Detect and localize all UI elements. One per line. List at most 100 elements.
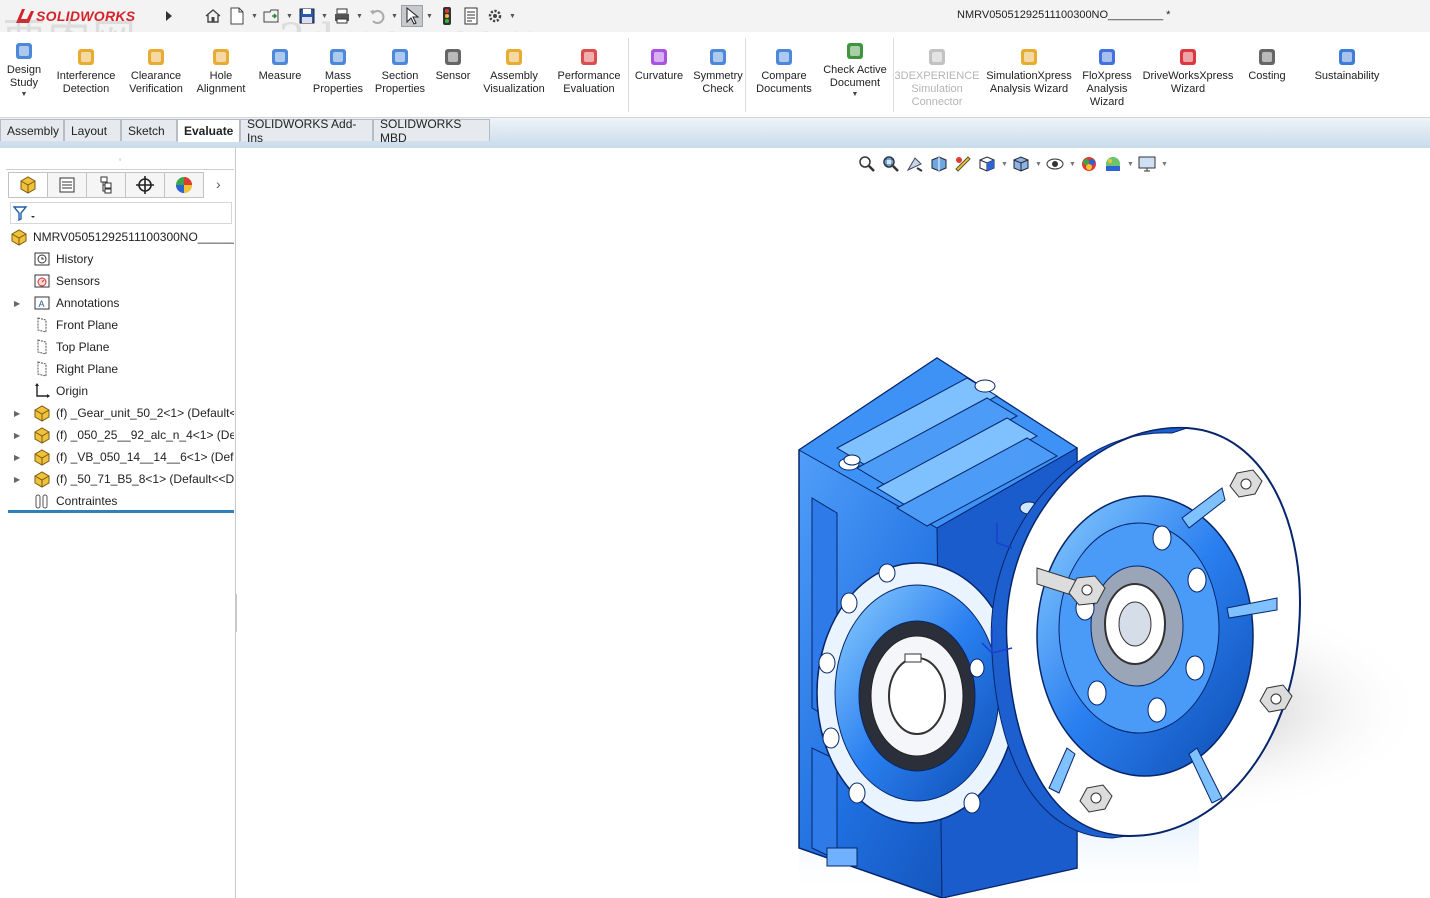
tab-layout[interactable]: Layout (64, 119, 121, 141)
rollback-bar[interactable] (8, 510, 234, 513)
tree-item[interactable]: ▶ A Annotations (0, 292, 234, 314)
expand-arrow-icon[interactable]: ▶ (14, 299, 22, 308)
tree-item-label: (f) _VB_050_14__14__6<1> (Default (56, 450, 234, 464)
tab-assembly[interactable]: Assembly (0, 119, 64, 141)
compare-documents-label: Compare Documents (756, 70, 812, 95)
filter-icon[interactable] (11, 203, 37, 223)
tree-item[interactable]: Contraintes (0, 490, 234, 512)
display-manager-tab[interactable] (164, 172, 204, 198)
undo-icon[interactable] (366, 5, 388, 27)
new-dropdown-icon[interactable]: ▼ (250, 5, 259, 27)
sensors-icon (34, 274, 50, 288)
expand-arrow-icon[interactable]: ▶ (14, 453, 22, 462)
interference-detection-button[interactable]: Interference Detection (46, 46, 126, 96)
tree-item-label: Origin (56, 384, 89, 398)
clearance-verification-label: Clearance Verification (129, 70, 183, 95)
tab-solidworks-add-ins[interactable]: SOLIDWORKS Add-Ins (240, 117, 373, 145)
graphics-viewport[interactable]: ▼ ▼ ▼ ▼ ▼ (237, 148, 1430, 898)
dimxpert-manager-tab[interactable] (125, 172, 165, 198)
expand-arrow-icon[interactable]: ▶ (14, 409, 22, 418)
tree-item[interactable]: ▶ (f) _VB_050_14__14__6<1> (Default (0, 446, 234, 468)
hole-alignment-label: Hole Alignment (196, 70, 246, 95)
compare-documents-button[interactable]: Compare Documents (744, 46, 824, 96)
section-properties-icon (392, 49, 408, 65)
tree-item[interactable]: Front Plane (0, 314, 234, 336)
compare-documents-icon (776, 49, 792, 65)
panel-grip[interactable]: ◦ (6, 150, 234, 170)
tree-root-assembly[interactable]: NMRV05051292511100300NO_________ (0, 226, 234, 248)
new-document-icon[interactable] (226, 5, 248, 27)
feature-manager-panel: ◦ › NMRV05051292511100300NO_________ Hist… (0, 148, 236, 898)
tree-item[interactable]: ▶ (f) _50_71_B5_8<1> (Default<<Def (0, 468, 234, 490)
save-dropdown-icon[interactable]: ▼ (320, 5, 329, 27)
solidworks-logo[interactable]: SOLIDWORKS (14, 6, 135, 26)
tree-item-label: Sensors (56, 274, 101, 288)
tab-sketch[interactable]: Sketch (121, 119, 177, 141)
costing-button[interactable]: Costing (1227, 46, 1307, 83)
plane-icon (37, 361, 47, 377)
tree-item[interactable]: Right Plane (0, 358, 234, 380)
tree-item[interactable]: History (0, 248, 234, 270)
document-title: NMRV05051292511100300NO_________ * (957, 9, 1171, 21)
floxpress-button[interactable]: FloXpress Analysis Wizard (1067, 46, 1147, 109)
history-icon (34, 252, 50, 266)
select-cursor-icon[interactable] (401, 5, 423, 27)
measure-label: Measure (258, 70, 302, 82)
undo-dropdown-icon[interactable]: ▼ (390, 5, 399, 27)
plane-icon (37, 317, 47, 333)
output-flange (816, 562, 1018, 824)
assembly-visualization-label: Assembly Visualization (483, 70, 545, 95)
rebuild-traffic-light-icon[interactable] (436, 5, 458, 27)
tab-evaluate[interactable]: Evaluate (177, 119, 240, 142)
feature-manager-tab[interactable] (8, 172, 48, 198)
pin-menu-icon[interactable] (158, 5, 180, 27)
tree-item[interactable]: Sensors (0, 270, 234, 292)
dropdown-caret-icon[interactable]: ▼ (21, 90, 28, 100)
design-study-label: Design Study (6, 64, 42, 89)
options-gear-icon[interactable] (484, 5, 506, 27)
curvature-icon (651, 49, 667, 65)
ribbon-separator (893, 38, 894, 112)
print-icon[interactable] (331, 5, 353, 27)
simulationxpress-button[interactable]: SimulationXpress Analysis Wizard (986, 46, 1072, 96)
panel-tabs-more-icon[interactable]: › (216, 176, 221, 192)
driveworksxpress-button[interactable]: DriveWorksXpress Wizard (1143, 46, 1233, 96)
options-dropdown-icon[interactable]: ▼ (508, 5, 517, 27)
property-manager-tab[interactable] (47, 172, 87, 198)
dropdown-caret-icon[interactable]: ▼ (852, 90, 859, 100)
open-document-icon[interactable] (261, 5, 283, 27)
tree-item-label: Contraintes (56, 494, 118, 508)
select-dropdown-icon[interactable]: ▼ (425, 5, 434, 27)
expand-arrow-icon[interactable]: ▶ (14, 475, 22, 484)
open-dropdown-icon[interactable]: ▼ (285, 5, 294, 27)
check-active-document-button[interactable]: Check Active Document ▼ (815, 40, 895, 100)
driveworksxpress-icon (1180, 49, 1196, 65)
costing-label: Costing (1248, 70, 1286, 82)
ribbon-separator (745, 38, 746, 112)
tree-item[interactable]: ▶ (f) _050_25__92_alc_n_4<1> (Defau (0, 424, 234, 446)
tree-root-label: NMRV05051292511100300NO_________ (33, 230, 234, 244)
tree-item[interactable]: ▶ (f) _Gear_unit_50_2<1> (Default<< (0, 402, 234, 424)
gear-reducer-model[interactable] (237, 148, 1430, 898)
file-properties-icon[interactable] (460, 5, 482, 27)
root-assembly-icon (11, 229, 27, 246)
curvature-label: Curvature (634, 70, 684, 82)
panel-tabs (8, 172, 204, 200)
design-study-icon (16, 43, 32, 59)
configuration-manager-tab[interactable] (86, 172, 126, 198)
assembly-visualization-button[interactable]: Assembly Visualization (474, 46, 554, 96)
performance-evaluation-button[interactable]: Performance Evaluation (549, 46, 629, 96)
simulationxpress-label: SimulationXpress Analysis Wizard (986, 70, 1072, 95)
print-dropdown-icon[interactable]: ▼ (355, 5, 364, 27)
save-icon[interactable] (296, 5, 318, 27)
home-icon[interactable] (202, 5, 224, 27)
tree-filter-bar[interactable] (10, 202, 232, 224)
performance-evaluation-label: Performance Evaluation (557, 70, 621, 95)
expand-arrow-icon[interactable]: ▶ (14, 431, 22, 440)
sustainability-button[interactable]: Sustainability (1307, 46, 1387, 83)
tree-item[interactable]: Origin (0, 380, 234, 402)
tree-item[interactable]: Top Plane (0, 336, 234, 358)
symmetry-check-icon (710, 49, 726, 65)
tab-solidworks-mbd[interactable]: SOLIDWORKS MBD (373, 117, 490, 145)
hole-alignment-icon (213, 49, 229, 65)
